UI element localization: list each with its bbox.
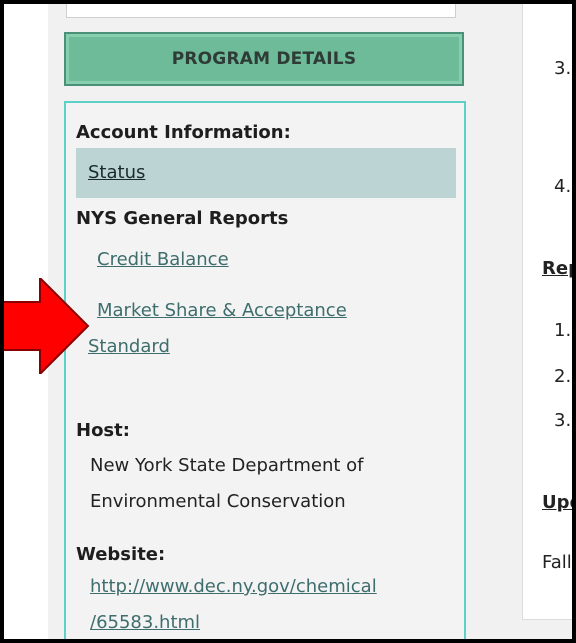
nys-general-reports-heading: NYS General Reports [76,208,289,229]
website-heading: Website: [76,544,166,565]
reports-heading-partial[interactable]: Rep [542,258,572,279]
status-link[interactable]: Status [88,162,145,183]
website-link[interactable]: http://www.dec.ny.gov/chemical [90,576,377,597]
right-panel [522,4,572,620]
right-item-number: 3. [554,58,572,79]
fall-text-partial: Fall [542,552,572,573]
host-name-line2: Environmental Conservation [90,491,346,512]
updates-heading-partial: Upd [542,492,572,513]
program-details-button[interactable]: PROGRAM DETAILS [64,32,464,86]
screenshot-frame: PROGRAM DETAILS Account Information: Sta… [0,0,576,643]
red-arrow-icon [4,278,90,374]
host-name-line1: New York State Department of [90,455,364,476]
credit-balance-link[interactable]: Credit Balance [97,249,229,270]
right-item-number: 4. [554,176,572,197]
top-field[interactable] [66,4,456,18]
right-item-number: 2. [554,366,572,387]
market-share-link[interactable]: Market Share & Acceptance [97,300,347,321]
market-share-link-continued[interactable]: Standard [88,336,170,357]
website-link-continued[interactable]: /65583.html [90,612,200,633]
account-information-heading: Account Information: [76,122,291,143]
right-item-number: 3. [554,410,572,431]
right-item-number: 1. [554,320,572,341]
host-heading: Host: [76,420,130,441]
